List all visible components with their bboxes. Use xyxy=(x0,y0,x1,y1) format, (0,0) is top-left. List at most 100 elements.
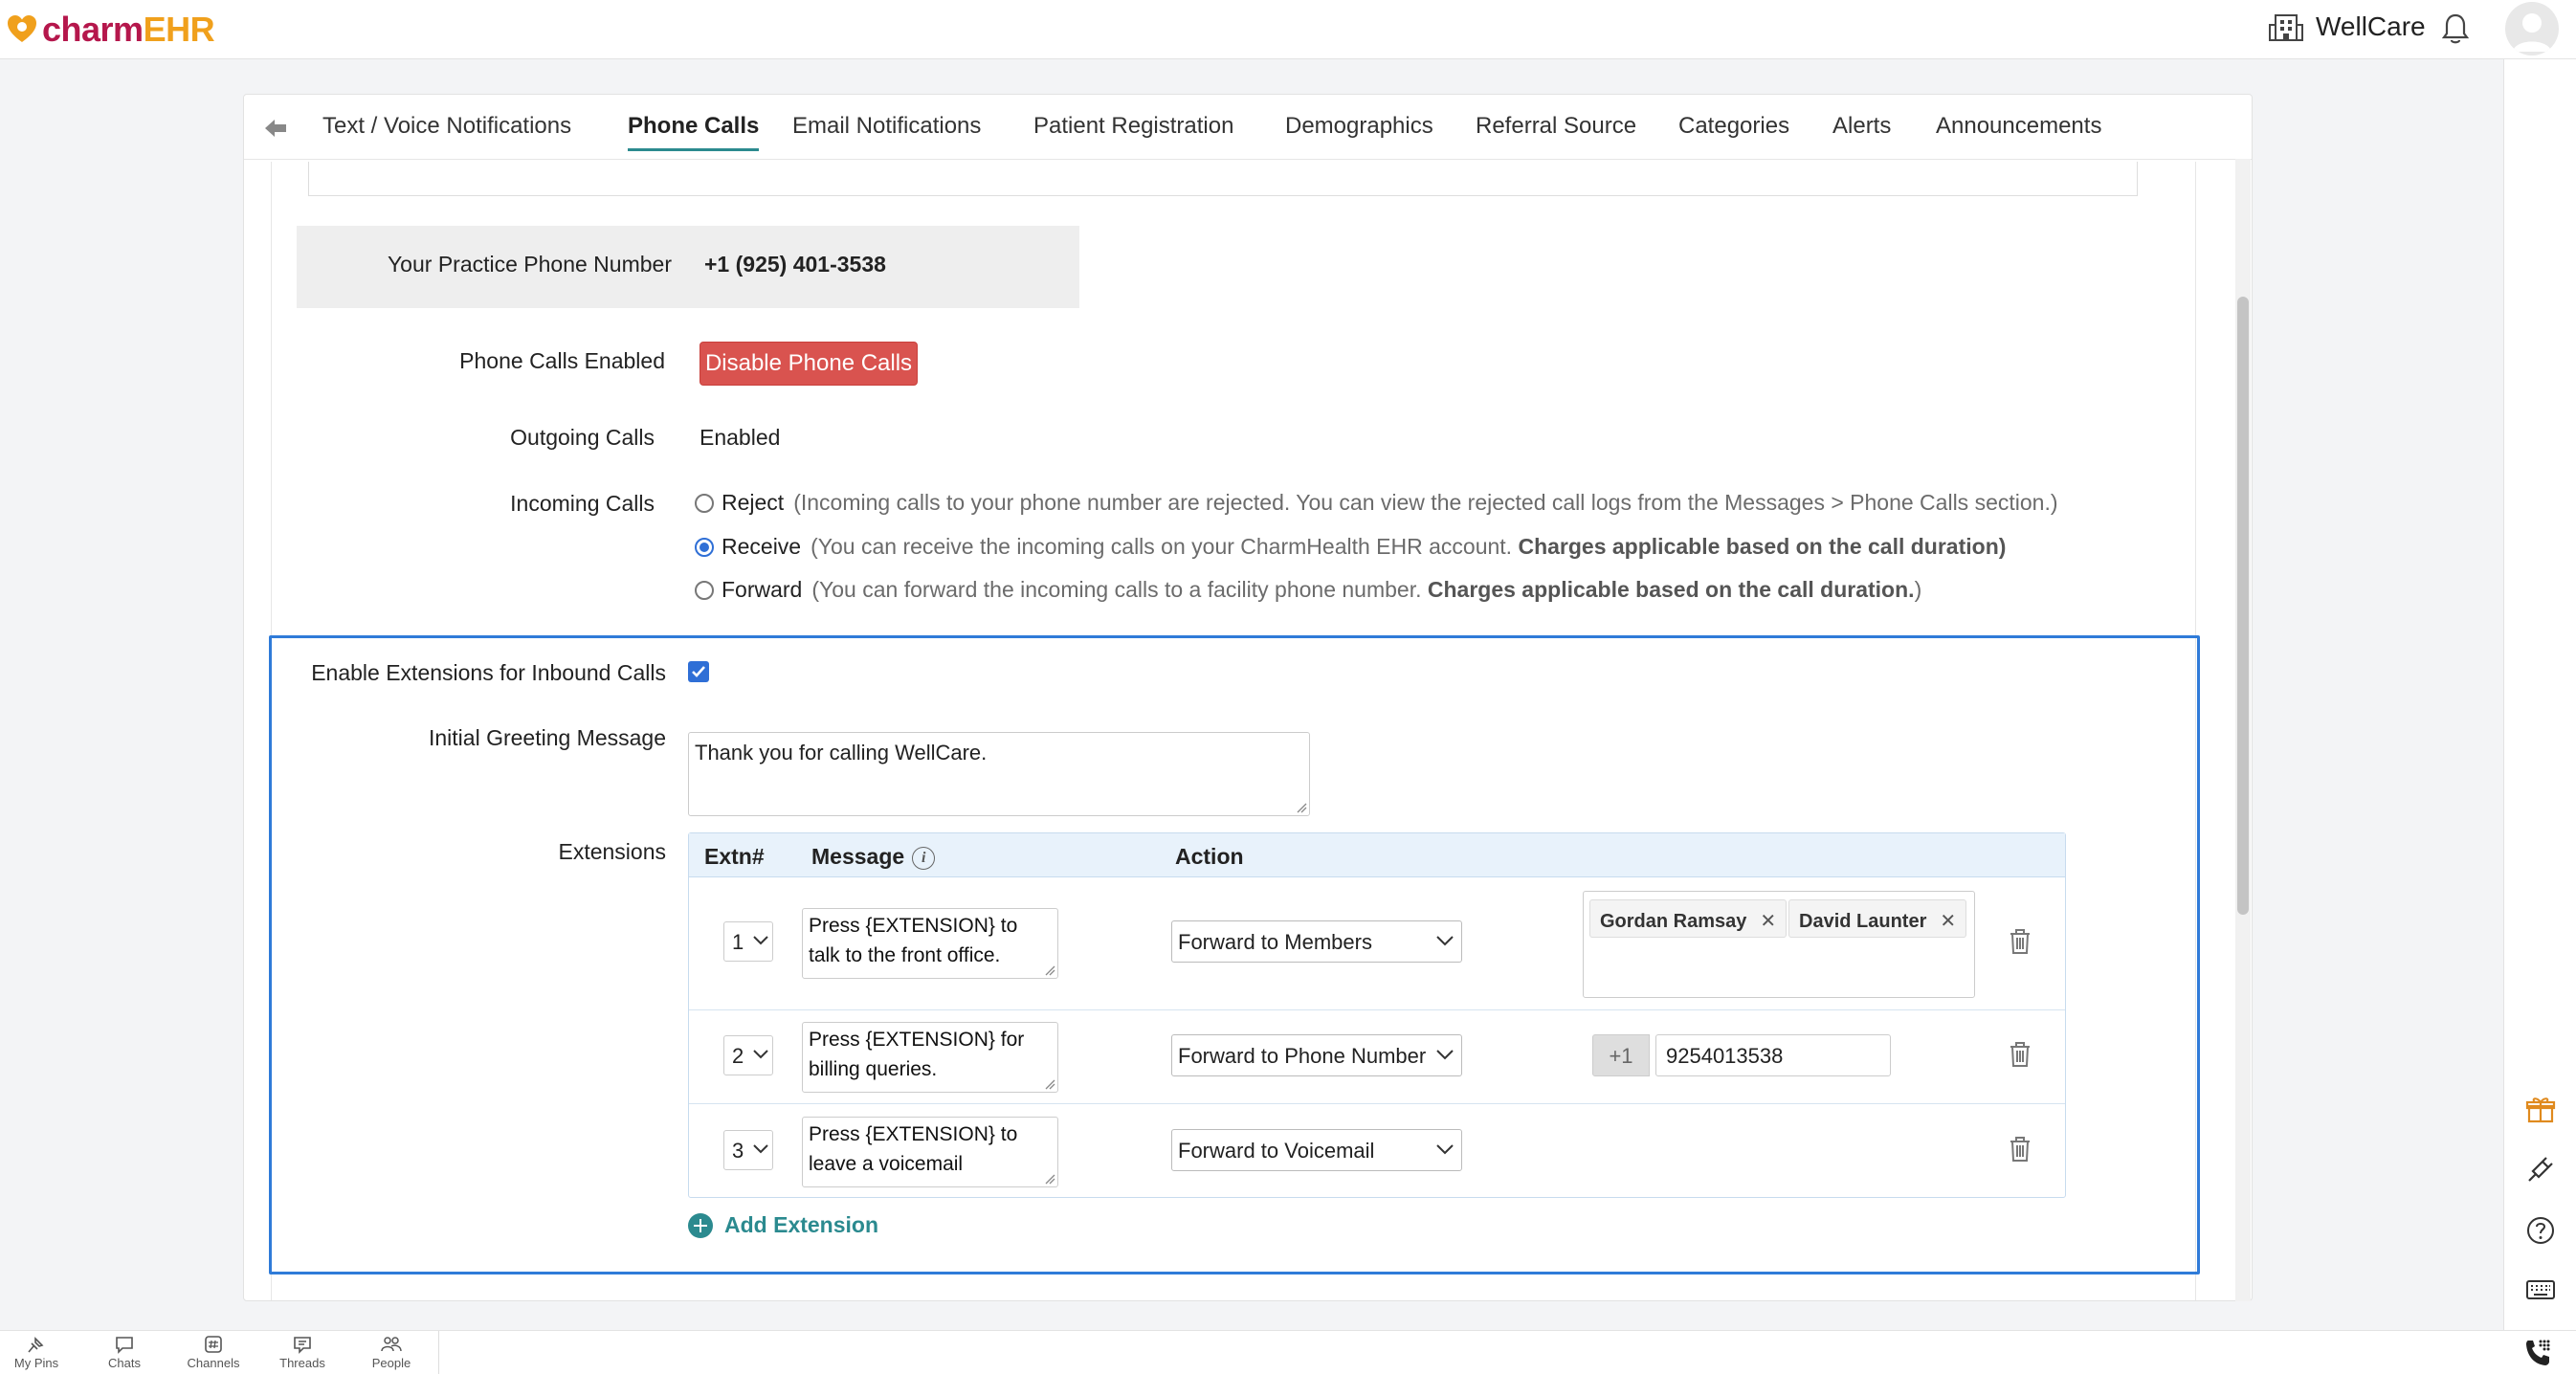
extension-message-textarea[interactable]: Press {EXTENSION} to leave a voicemail xyxy=(802,1117,1058,1187)
members-multiselect[interactable]: Gordan Ramsay ✕ David Launter ✕ xyxy=(1583,891,1975,998)
extensions-table-header: Extn# Message i Action xyxy=(689,833,2065,877)
practice-phone-number: +1 (925) 401-3538 xyxy=(704,252,886,277)
threads-label: Threads xyxy=(279,1356,325,1370)
resize-handle-icon[interactable] xyxy=(1296,802,1307,813)
plug-icon[interactable] xyxy=(2525,1154,2556,1185)
tab-email-notifications[interactable]: Email Notifications xyxy=(792,113,981,140)
member-name: David Launter xyxy=(1799,911,1927,932)
heart-logo-icon xyxy=(8,15,36,42)
help-icon[interactable] xyxy=(2525,1215,2556,1246)
extension-number-select[interactable]: 2 xyxy=(723,1035,773,1075)
organization-switcher[interactable]: WellCare xyxy=(2268,11,2426,42)
scrollbar-thumb[interactable] xyxy=(2237,297,2249,915)
charm-ehr-logo[interactable]: charm EHR xyxy=(6,10,215,50)
extension-message-line: leave a voicemail xyxy=(809,1153,964,1175)
extension-action-select[interactable]: Forward to Voicemail xyxy=(1171,1129,1462,1171)
extn-column-header: Extn# xyxy=(704,844,765,869)
add-extension-button[interactable]: Add Extension xyxy=(688,1212,878,1238)
disable-phone-calls-button[interactable]: Disable Phone Calls xyxy=(700,342,918,386)
plus-circle-icon xyxy=(688,1212,713,1238)
chevron-down-icon xyxy=(1436,1050,1454,1060)
user-avatar[interactable] xyxy=(2505,2,2559,55)
reject-description: (Incoming calls to your phone number are… xyxy=(793,490,2058,515)
action-column-header: Action xyxy=(1175,844,1244,869)
resize-handle-icon[interactable] xyxy=(1044,1173,1055,1185)
extension-number-select[interactable]: 1 xyxy=(723,921,773,962)
member-chip: David Launter ✕ xyxy=(1788,899,1967,938)
remove-member-icon[interactable]: ✕ xyxy=(1940,909,1956,933)
people-icon xyxy=(381,1337,402,1352)
extension-message-line: Press {EXTENSION} to xyxy=(809,1123,1018,1145)
enable-extensions-checkbox[interactable] xyxy=(688,661,709,682)
user-icon xyxy=(2513,13,2551,52)
building-icon xyxy=(2269,14,2303,41)
bottom-bar-divider xyxy=(438,1331,439,1374)
threads-button[interactable]: Threads xyxy=(264,1335,341,1370)
back-arrow-icon[interactable] xyxy=(261,114,290,143)
forward-phone-input[interactable]: 9254013538 xyxy=(1655,1034,1891,1076)
extension-number-select[interactable]: 3 xyxy=(723,1130,773,1170)
extension-action-select[interactable]: Forward to Phone Number xyxy=(1171,1034,1462,1076)
channels-label: Channels xyxy=(187,1356,240,1370)
outgoing-calls-label: Outgoing Calls xyxy=(510,425,655,450)
reject-radio[interactable] xyxy=(695,493,714,513)
trash-icon[interactable] xyxy=(2008,1135,2032,1163)
extension-action-select[interactable]: Forward to Members xyxy=(1171,920,1462,963)
receive-radio[interactable] xyxy=(695,537,714,557)
channel-icon xyxy=(205,1336,222,1353)
tab-referral-source[interactable]: Referral Source xyxy=(1476,113,1636,140)
tab-phone-calls[interactable]: Phone Calls xyxy=(628,113,760,151)
chats-button[interactable]: Chats xyxy=(86,1335,163,1370)
chevron-down-icon xyxy=(753,936,768,945)
my-pins-label: My Pins xyxy=(13,1356,59,1370)
add-extension-label: Add Extension xyxy=(724,1212,879,1237)
vertical-scrollbar[interactable] xyxy=(2235,159,2251,1301)
extension-message-textarea[interactable]: Press {EXTENSION} for billing queries. xyxy=(802,1022,1058,1093)
member-chip: Gordan Ramsay ✕ xyxy=(1589,899,1788,938)
forward-label: Forward xyxy=(722,577,803,602)
tab-announcements[interactable]: Announcements xyxy=(1936,113,2101,140)
remove-member-icon[interactable]: ✕ xyxy=(1760,909,1776,933)
trash-icon[interactable] xyxy=(2008,927,2032,956)
greeting-message-label: Initial Greeting Message xyxy=(428,725,666,750)
right-rail xyxy=(2503,59,2576,1330)
checkmark-icon xyxy=(692,666,705,677)
greeting-message-textarea[interactable]: Thank you for calling WellCare. xyxy=(688,732,1310,816)
extension-number: 1 xyxy=(732,930,744,954)
extensions-table: Extn# Message i Action 1 Press {EXTENSION… xyxy=(688,832,2066,1198)
my-pins-button[interactable]: My Pins xyxy=(0,1335,75,1370)
extension-message-line: Press {EXTENSION} for xyxy=(809,1029,1025,1051)
incoming-option-forward[interactable]: Forward (You can forward the incoming ca… xyxy=(695,577,1921,603)
extension-number: 2 xyxy=(732,1044,744,1068)
extension-action-value: Forward to Members xyxy=(1178,930,1372,954)
extension-action-value: Forward to Phone Number xyxy=(1178,1044,1427,1068)
logo-text-charm: charm xyxy=(42,10,144,49)
previous-section-box xyxy=(308,162,2138,196)
resize-handle-icon[interactable] xyxy=(1044,964,1055,976)
extension-message-textarea[interactable]: Press {EXTENSION} to talk to the front o… xyxy=(802,908,1058,979)
tab-demographics[interactable]: Demographics xyxy=(1285,113,1433,140)
phone-dialpad-icon[interactable] xyxy=(2522,1337,2555,1369)
trash-icon[interactable] xyxy=(2008,1040,2032,1069)
row-divider xyxy=(689,1103,2065,1104)
gift-icon[interactable] xyxy=(2525,1095,2556,1125)
resize-handle-icon[interactable] xyxy=(1044,1078,1055,1090)
bottom-bar: My Pins Chats Channels Threads People xyxy=(0,1330,2576,1374)
member-name: Gordan Ramsay xyxy=(1600,911,1747,932)
chevron-down-icon xyxy=(753,1144,768,1154)
people-button[interactable]: People xyxy=(353,1335,430,1370)
incoming-option-receive[interactable]: Receive (You can receive the incoming ca… xyxy=(695,534,2006,560)
tab-alerts[interactable]: Alerts xyxy=(1832,113,1891,140)
tab-patient-registration[interactable]: Patient Registration xyxy=(1033,113,1233,140)
bell-icon[interactable] xyxy=(2442,11,2469,46)
tab-categories[interactable]: Categories xyxy=(1678,113,1789,140)
incoming-option-reject[interactable]: Reject (Incoming calls to your phone num… xyxy=(695,490,2058,516)
forward-charges-note: Charges applicable based on the call dur… xyxy=(1427,577,1915,602)
channels-button[interactable]: Channels xyxy=(175,1335,252,1370)
info-icon[interactable]: i xyxy=(912,846,936,870)
extension-number: 3 xyxy=(732,1139,744,1163)
tab-text-voice-notifications[interactable]: Text / Voice Notifications xyxy=(322,113,571,140)
forward-radio[interactable] xyxy=(695,580,714,600)
keyboard-icon[interactable] xyxy=(2525,1274,2556,1305)
receive-description: (You can receive the incoming calls on y… xyxy=(811,534,1519,559)
